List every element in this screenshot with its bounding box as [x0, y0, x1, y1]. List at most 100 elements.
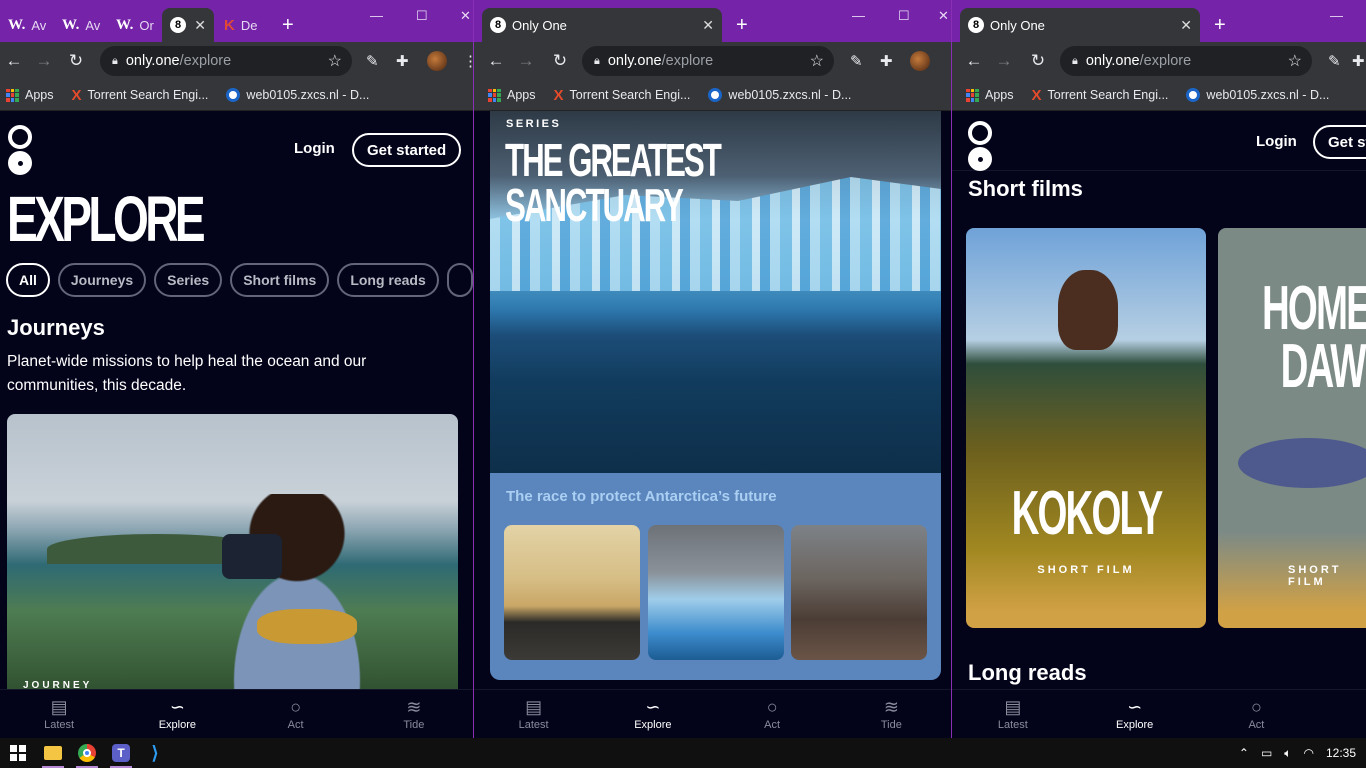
series-card[interactable]: SERIES THE GREATEST SANCTUARY The race to…: [490, 111, 941, 680]
menu-dots-icon[interactable]: ⋮: [463, 52, 473, 70]
reload-icon[interactable]: ↻: [548, 51, 572, 71]
wifi-icon[interactable]: ◠: [1303, 746, 1313, 760]
address-bar[interactable]: 🔒︎ only.one/explore ☆: [1060, 46, 1312, 76]
close-tab-icon[interactable]: ✕: [1180, 17, 1192, 34]
extensions-puzzle-icon[interactable]: ✚: [880, 52, 893, 70]
close-window-icon[interactable]: ✕: [460, 8, 471, 24]
filter-short-films[interactable]: Short films: [230, 263, 330, 297]
episode-thumb-iceberg[interactable]: [648, 525, 784, 660]
back-icon[interactable]: ←: [484, 51, 508, 71]
new-tab-icon[interactable]: +: [1214, 14, 1226, 37]
file-explorer-app[interactable]: [36, 738, 70, 768]
reload-icon[interactable]: ↻: [1026, 51, 1050, 71]
nav-explore[interactable]: ∽ Explore: [118, 690, 236, 738]
bookmark-apps[interactable]: Apps: [966, 88, 1014, 102]
nav-act[interactable]: ○ Act: [713, 690, 832, 738]
address-bar[interactable]: 🔒︎ only.one/explore ☆: [100, 46, 352, 76]
episode-thumb-mountains[interactable]: [504, 525, 640, 660]
film-card-kokoly[interactable]: KOKOLY SHORT FILM: [966, 228, 1206, 628]
filter-all[interactable]: All: [6, 263, 50, 297]
start-button[interactable]: [0, 738, 36, 768]
get-started-button[interactable]: Get started: [352, 133, 462, 167]
filter-more[interactable]: [446, 263, 473, 297]
clock[interactable]: 12:35: [1326, 746, 1356, 760]
bookmark-star-icon[interactable]: ☆: [810, 51, 824, 71]
nav-explore[interactable]: ∽ Explore: [1074, 690, 1196, 738]
close-tab-icon[interactable]: ✕: [194, 17, 206, 34]
only-one-logo[interactable]: [968, 121, 992, 171]
bookmark-web0105[interactable]: web0105.zxcs.nl - D...: [708, 88, 851, 102]
film-card-home-and-dawn[interactable]: HOME ADAWI SHORT FILM: [1218, 228, 1366, 628]
back-icon[interactable]: ←: [2, 51, 26, 71]
minimize-icon[interactable]: —: [370, 8, 383, 23]
episode-thumb-penguins[interactable]: [791, 525, 927, 660]
bookmark-torrent[interactable]: X Torrent Search Engi...: [554, 87, 691, 104]
reload-icon[interactable]: ↻: [64, 51, 88, 71]
battery-icon[interactable]: ▭: [1261, 746, 1272, 760]
nav-tide-partial[interactable]: [1317, 690, 1366, 738]
tab-only-one-active[interactable]: 8 Only One ✕: [960, 8, 1200, 42]
circle-icon: ○: [290, 697, 302, 717]
series-title-line-2: SANCTUARY: [505, 179, 684, 232]
nav-latest[interactable]: ▤ Latest: [952, 690, 1074, 738]
bookmark-web0105[interactable]: web0105.zxcs.nl - D...: [1186, 88, 1329, 102]
login-link[interactable]: Login: [1256, 133, 1297, 150]
close-window-icon[interactable]: ✕: [938, 8, 949, 24]
maximize-icon[interactable]: ☐: [416, 8, 428, 24]
filter-series[interactable]: Series: [154, 263, 223, 297]
nav-tide[interactable]: ≋ Tide: [832, 690, 951, 738]
close-tab-icon[interactable]: ✕: [702, 17, 714, 34]
bookmark-star-icon[interactable]: ☆: [1288, 51, 1302, 71]
forward-icon[interactable]: →: [32, 51, 56, 71]
bookmark-torrent[interactable]: X Torrent Search Engi...: [72, 87, 209, 104]
extension-brush-icon[interactable]: ✎: [1328, 52, 1341, 70]
series-subtitle: The race to protect Antarctica’s future: [506, 488, 777, 505]
journey-card-image[interactable]: JOURNEY: [7, 414, 458, 704]
tab-3[interactable]: W. Or: [108, 8, 160, 42]
address-bar[interactable]: 🔒︎ only.one/explore ☆: [582, 46, 834, 76]
bookmark-star-icon[interactable]: ☆: [328, 51, 342, 71]
tray-chevron-icon[interactable]: ⌃: [1239, 746, 1249, 760]
nav-explore[interactable]: ∽ Explore: [593, 690, 712, 738]
extensions-puzzle-icon[interactable]: ✚: [1352, 52, 1365, 70]
tab-1[interactable]: W. Av: [0, 8, 52, 42]
tab-only-one-active[interactable]: 8 ✕: [162, 8, 214, 42]
forward-icon[interactable]: →: [514, 51, 538, 71]
filter-journeys[interactable]: Journeys: [57, 263, 147, 297]
maximize-icon[interactable]: ☐: [898, 8, 910, 24]
minimize-icon[interactable]: —: [1330, 8, 1343, 23]
minimize-icon[interactable]: —: [852, 8, 865, 23]
get-started-button[interactable]: Get st: [1313, 125, 1366, 159]
login-link[interactable]: Login: [294, 140, 335, 157]
wave-icon: ∽: [1127, 697, 1143, 717]
nav-latest[interactable]: ▤ Latest: [474, 690, 593, 738]
new-tab-icon[interactable]: +: [736, 14, 748, 37]
nav-act[interactable]: ○ Act: [237, 690, 355, 738]
profile-avatar[interactable]: [910, 51, 930, 71]
teams-app[interactable]: T: [104, 738, 138, 768]
bookmark-web0105[interactable]: web0105.zxcs.nl - D...: [226, 88, 369, 102]
forward-icon[interactable]: →: [992, 51, 1016, 71]
extensions-puzzle-icon[interactable]: ✚: [396, 52, 409, 70]
profile-avatar[interactable]: [427, 51, 447, 71]
nav-act[interactable]: ○ Act: [1196, 690, 1318, 738]
nav-label: Act: [1248, 719, 1265, 731]
volume-icon[interactable]: 🔈︎: [1284, 746, 1291, 761]
wave-icon: ∽: [169, 697, 185, 717]
nav-tide[interactable]: ≋ Tide: [355, 690, 473, 738]
bookmark-torrent[interactable]: X Torrent Search Engi...: [1032, 87, 1169, 104]
extension-brush-icon[interactable]: ✎: [366, 52, 379, 70]
tab-5[interactable]: K De: [216, 8, 266, 42]
chrome-app[interactable]: [70, 738, 104, 768]
tab-2[interactable]: W. Av: [54, 8, 106, 42]
tab-only-one-active[interactable]: 8 Only One ✕: [482, 8, 722, 42]
bookmark-apps[interactable]: Apps: [6, 88, 54, 102]
extension-brush-icon[interactable]: ✎: [850, 52, 863, 70]
back-icon[interactable]: ←: [962, 51, 986, 71]
nav-latest[interactable]: ▤ Latest: [0, 690, 118, 738]
vscode-app[interactable]: ⟩: [138, 738, 172, 768]
filter-long-reads[interactable]: Long reads: [337, 263, 439, 297]
only-one-logo[interactable]: [8, 125, 32, 175]
bookmark-apps[interactable]: Apps: [488, 88, 536, 102]
new-tab-icon[interactable]: +: [282, 14, 294, 37]
